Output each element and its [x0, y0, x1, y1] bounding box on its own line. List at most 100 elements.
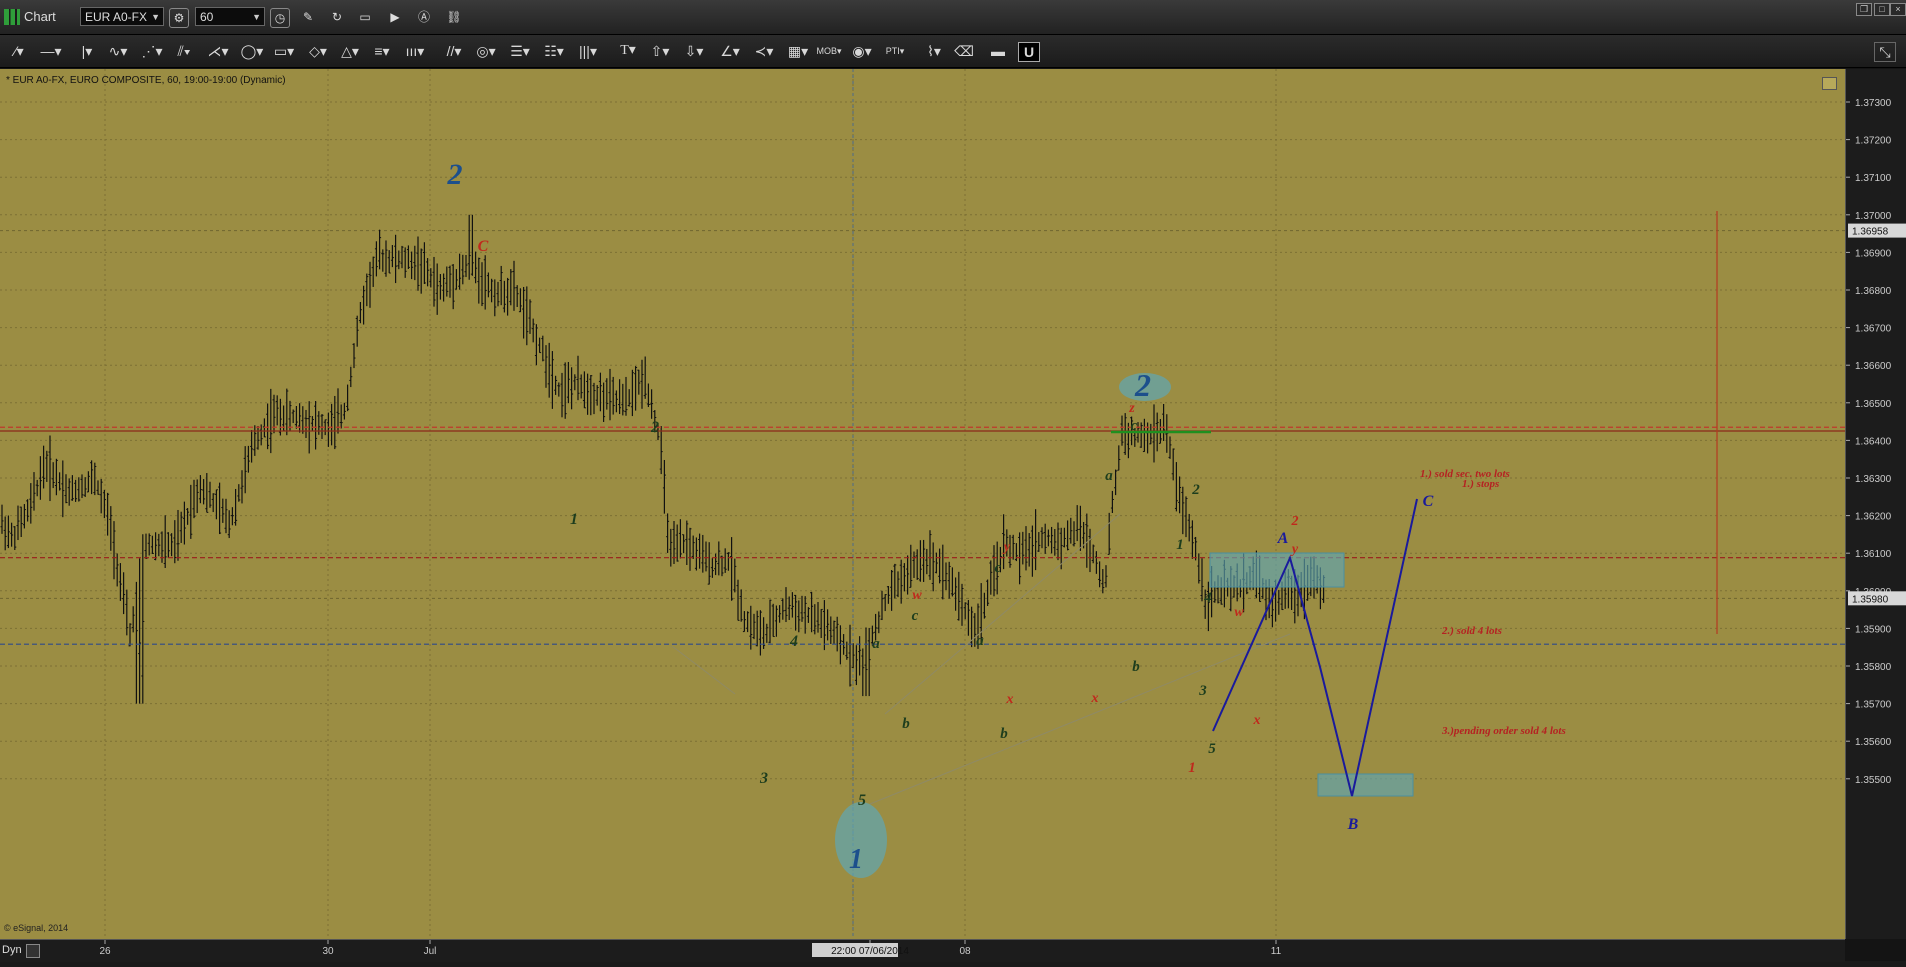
play-icon[interactable]: ▶	[386, 8, 404, 26]
arrow-up-tool-icon[interactable]: ⇧▾	[648, 42, 672, 60]
comment-tool-icon[interactable]: ▬	[988, 42, 1008, 60]
interval-combo[interactable]: 60 ▼	[195, 7, 265, 26]
trade-note: 2.) sold 4 lots	[1441, 625, 1502, 637]
price-axis-canvas: 1.37300 1.37200 1.37100 1.37000 1.36900 1.368…	[1846, 98, 1906, 786]
fib-retracement-tool-icon[interactable]: ☰▾	[508, 42, 532, 60]
fibonacci-tool-icon[interactable]: ≡▾	[370, 42, 394, 60]
rectangle-tool-icon[interactable]: ▭▾	[272, 42, 296, 60]
fan-tool-icon[interactable]: ⋌▾	[206, 42, 230, 60]
trendline-tool-icon[interactable]: ⁄▾	[8, 42, 30, 60]
zigzag-tool-icon[interactable]: ⌇▾	[922, 42, 946, 60]
restore-pane-icon[interactable]	[1822, 77, 1837, 90]
wave-label: 4	[1203, 590, 1212, 606]
chart-area[interactable]: 2 C 2 1 4 3 5 1 a b c w a b x c y a b x c z 2 2 1 3 4 5 1 w x y 2 A B C 1.) …	[0, 69, 1906, 962]
price-tick-label: 1.37200	[1855, 136, 1892, 147]
time-label: 30	[322, 946, 334, 957]
wave-label: C	[478, 238, 489, 255]
refresh-icon[interactable]: ↻	[328, 8, 346, 26]
wave-tool-icon[interactable]: ∿▾	[106, 42, 130, 60]
wave-label: c	[912, 608, 919, 624]
chevron-down-icon: ▼	[252, 12, 261, 22]
wave-label: 1	[849, 844, 863, 875]
wave-label: C	[1423, 493, 1434, 510]
price-marker-label: 1.35980	[1852, 594, 1889, 605]
wave-label: a	[1105, 468, 1113, 484]
time-label: Jul	[424, 946, 437, 957]
arrow-down-tool-icon[interactable]: ⇩▾	[682, 42, 706, 60]
gann-tool-icon[interactable]: |||▾	[574, 42, 602, 60]
wave-label: 1	[570, 511, 578, 528]
price-tick-label: 1.36900	[1855, 248, 1892, 259]
wave-label: x	[1091, 691, 1099, 706]
pti-tool-icon[interactable]: PTI▾	[882, 42, 908, 60]
fib-extension-tool-icon[interactable]: ☷▾	[542, 42, 566, 60]
pitchfork-tool-icon[interactable]: ⫽▾	[172, 42, 196, 60]
diamond-tool-icon[interactable]: ◇▾	[306, 42, 330, 60]
trade-note: 3.)pending order sold 4 lots	[1441, 725, 1566, 737]
channel-tool-icon[interactable]: ⋰▾	[140, 42, 164, 60]
settings-icon[interactable]: ⚙	[169, 8, 189, 28]
wave-label: 1	[1188, 760, 1196, 776]
wave-label: y	[1290, 542, 1299, 557]
chart-logo-icon	[4, 9, 20, 25]
wave-label: z	[1128, 401, 1135, 416]
close-button[interactable]: ×	[1890, 3, 1906, 16]
time-label: 26	[99, 946, 111, 957]
alert-icon[interactable]: Ⓐ	[415, 8, 433, 26]
price-tick-label: 1.36300	[1855, 474, 1892, 485]
price-axis[interactable]: 1.37300 1.37200 1.37100 1.37000 1.36900 1.368…	[1845, 69, 1906, 939]
chevron-down-icon: ▼	[151, 12, 160, 22]
time-label: 11	[1271, 946, 1282, 957]
price-plot[interactable]: 2 C 2 1 4 3 5 1 a b c w a b x c y a b x c z 2 2 1 3 4 5 1 w x y 2 A B C 1.) …	[0, 69, 1845, 939]
price-tick-label: 1.37000	[1855, 211, 1892, 222]
price-tick-label: 1.37100	[1855, 173, 1892, 184]
wave-label: 5	[1208, 741, 1216, 757]
grid-tool-icon[interactable]: ▦▾	[786, 42, 810, 60]
restore-button[interactable]: ❐	[1856, 3, 1872, 16]
speed-lines-tool-icon[interactable]: ≺▾	[752, 42, 776, 60]
time-axis[interactable]: 26 30 Jul 22:00 07/06/2014 08 11 Dyn	[0, 939, 1845, 962]
window-title: Chart	[24, 9, 56, 24]
text-tool-icon[interactable]: T▾	[616, 42, 640, 60]
mob-tool-icon[interactable]: MOB▾	[816, 42, 842, 60]
price-tick-label: 1.35800	[1855, 662, 1892, 673]
wave-label: a	[976, 633, 984, 649]
eraser-tool-icon[interactable]: ⌫	[954, 42, 974, 60]
wave-label: 1	[1176, 537, 1184, 553]
price-marker-label: 1.36958	[1852, 227, 1889, 238]
title-bar: Chart EUR A0-FX ▼ ⚙ 60 ▼ ◷ ✎ ↻ ▭ ▶ Ⓐ ⛓ ❐…	[0, 0, 1906, 35]
wave-label: 3	[759, 770, 768, 787]
wave-label: 4	[789, 633, 798, 650]
quote-icon[interactable]: ▭	[356, 8, 374, 26]
wave-label: 2	[1134, 367, 1151, 403]
price-tick-label: 1.36800	[1855, 286, 1892, 297]
link-icon[interactable]: ⛓	[445, 8, 463, 26]
pencil-icon[interactable]: ✎	[299, 8, 317, 26]
wave-label: 2	[447, 158, 463, 191]
price-tick-label: 1.36200	[1855, 512, 1892, 523]
horizontal-line-tool-icon[interactable]: —▾	[40, 42, 62, 60]
drawing-toolbar: ⁄▾ —▾ |▾ ∿▾ ⋰▾ ⫽▾ ⋌▾ ◯▾ ▭▾ ◇▾ △▾ ≡▾ ııı▾…	[0, 35, 1906, 68]
price-tick-label: 1.36600	[1855, 361, 1892, 372]
expand-toolbar-icon[interactable]: ⤡	[1874, 42, 1896, 62]
maximize-button[interactable]: □	[1874, 3, 1890, 16]
ellipse-tool-icon[interactable]: ◯▾	[240, 42, 264, 60]
chart-info-label: * EUR A0-FX, EURO COMPOSITE, 60, 19:00-1…	[6, 75, 286, 86]
target-zone	[1209, 552, 1345, 588]
symbol-combo[interactable]: EUR A0-FX ▼	[80, 7, 164, 26]
clock-icon[interactable]: ◷	[270, 8, 290, 28]
bars-tool-icon[interactable]: ııı▾	[402, 42, 428, 60]
angle-tool-icon[interactable]: ∠▾	[718, 42, 742, 60]
time-axis-canvas: 26 30 Jul 22:00 07/06/2014 08 11	[99, 940, 1282, 957]
dyn-label: Dyn	[2, 944, 22, 956]
wave-label: A	[1277, 530, 1289, 547]
dyn-toggle-button[interactable]	[26, 944, 40, 958]
eye-tool-icon[interactable]: ◉▾	[850, 42, 874, 60]
wave-label: x	[1253, 713, 1261, 728]
triangle-tool-icon[interactable]: △▾	[338, 42, 362, 60]
price-tick-label: 1.35900	[1855, 624, 1892, 635]
parallel-lines-tool-icon[interactable]: //▾	[442, 42, 466, 60]
vertical-line-tool-icon[interactable]: |▾	[76, 42, 98, 60]
magnet-tool-icon[interactable]: U	[1018, 42, 1040, 62]
circles-tool-icon[interactable]: ◎▾	[474, 42, 498, 60]
